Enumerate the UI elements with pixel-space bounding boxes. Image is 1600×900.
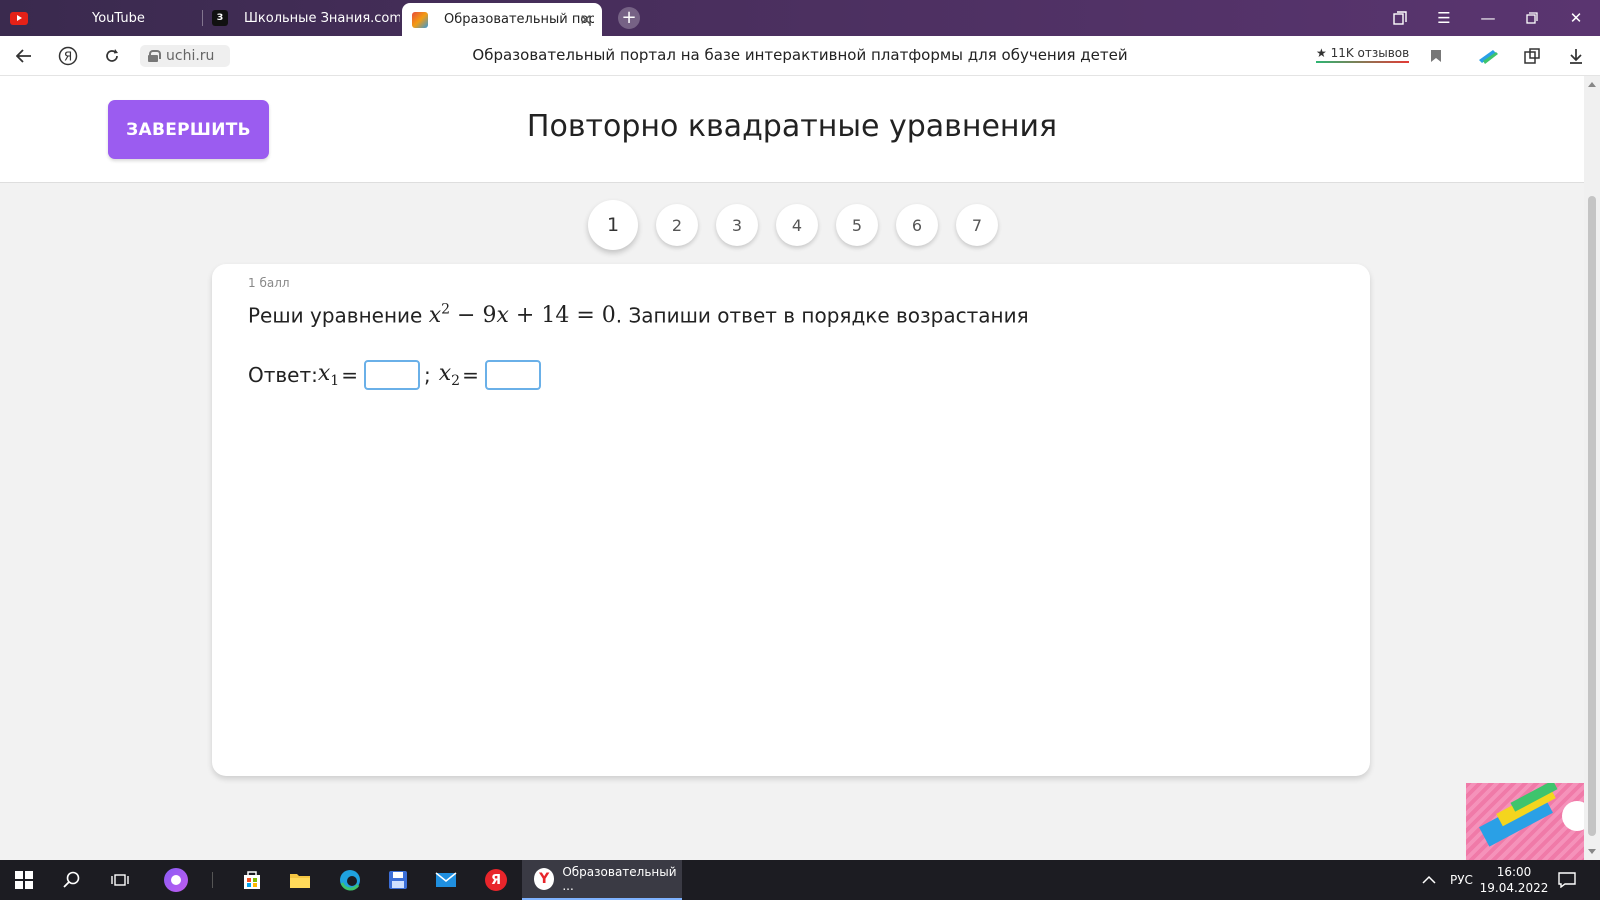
- step-1[interactable]: 1: [588, 200, 638, 250]
- yandex-icon[interactable]: Я: [54, 42, 82, 70]
- browser-tab-bar: YouTube З Школьные Знания.com - F Образо…: [0, 0, 1600, 36]
- address-bar: Я uchi.ru Образовательный портал на базе…: [0, 36, 1600, 76]
- tab-znania[interactable]: З Школьные Знания.com - F: [212, 0, 400, 36]
- file-explorer-icon[interactable]: [276, 860, 324, 900]
- tab-title: Образовательный порта: [444, 12, 594, 27]
- promo-bubble: [1562, 801, 1584, 831]
- lesson-header: ЗАВЕРШИТЬ Повторно квадратные уравнения: [0, 76, 1584, 183]
- svg-text:Я: Я: [64, 50, 72, 64]
- task-question: Реши уравнение x2 − 9x + 14 = 0. Запиши …: [248, 302, 1029, 328]
- x2-var: x: [438, 361, 452, 386]
- yandex-browser-icon[interactable]: Я: [472, 860, 520, 900]
- x1-label: x1: [318, 361, 339, 389]
- task-card: 1 балл Реши уравнение x2 − 9x + 14 = 0. …: [212, 264, 1370, 776]
- taskbar-clock[interactable]: 16:00 19.04.2022: [1476, 864, 1552, 896]
- eq-middle: − 9: [450, 303, 497, 329]
- x2-input[interactable]: [484, 360, 541, 390]
- download-icon[interactable]: [1564, 44, 1588, 68]
- step-4[interactable]: 4: [776, 204, 818, 246]
- windows-taskbar: Я Y Образовательный ... РУС 16:00 19.04.…: [0, 860, 1600, 900]
- yandex-app-icon: Y: [534, 868, 555, 890]
- prompt-before: Реши уравнение: [248, 303, 423, 328]
- answer-separator: ;: [423, 363, 431, 387]
- promo-banner[interactable]: [1466, 783, 1584, 860]
- windows-start-icon[interactable]: [0, 860, 48, 900]
- uchi-icon: [412, 11, 428, 28]
- scroll-thumb[interactable]: [1588, 196, 1596, 836]
- equation: x2 − 9x + 14 = 0: [428, 302, 616, 329]
- eq-tail: + 14 = 0: [508, 303, 616, 329]
- x1-input[interactable]: [363, 360, 420, 390]
- reviews-link[interactable]: ★ 11K отзывов: [1316, 46, 1410, 63]
- finish-button[interactable]: ЗАВЕРШИТЬ: [108, 100, 269, 159]
- url-field[interactable]: uchi.ru: [140, 45, 230, 67]
- back-arrow-icon[interactable]: [10, 42, 38, 70]
- restore-icon[interactable]: [1510, 0, 1554, 36]
- new-tab-button[interactable]: +: [618, 7, 640, 29]
- clock-time: 16:00: [1496, 865, 1532, 879]
- extension-pen-icon[interactable]: [1476, 44, 1500, 68]
- scroll-down-icon[interactable]: [1588, 849, 1596, 854]
- x2-label: x2: [439, 361, 460, 389]
- x2-subscript: 2: [451, 373, 461, 389]
- x2-equals: =: [462, 363, 479, 387]
- page-title-display: Образовательный портал на базе интеракти…: [472, 46, 1128, 64]
- x1-subscript: 1: [330, 373, 340, 389]
- tab-youtube[interactable]: YouTube: [10, 0, 200, 36]
- eq-exponent: 2: [441, 302, 451, 318]
- active-app-title: Образовательный ...: [562, 865, 677, 893]
- x1-equals: =: [341, 363, 358, 387]
- close-tab-icon[interactable]: ✕: [579, 11, 592, 29]
- store-icon[interactable]: [228, 860, 276, 900]
- alice-icon[interactable]: [152, 860, 200, 900]
- input-language[interactable]: РУС: [1450, 860, 1473, 900]
- step-2[interactable]: 2: [656, 204, 698, 246]
- mail-icon[interactable]: [422, 860, 470, 900]
- lesson-title: Повторно квадратные уравнения: [526, 109, 1058, 144]
- answer-label: Ответ:: [248, 363, 318, 387]
- bookmark-icon[interactable]: [1424, 44, 1448, 68]
- tab-title: YouTube: [92, 10, 145, 26]
- eq-var-2: x: [496, 303, 509, 329]
- taskbar-active-app[interactable]: Y Образовательный ...: [522, 860, 682, 900]
- notifications-icon[interactable]: [1558, 860, 1576, 900]
- prompt-after: . Запиши ответ в порядке возрастания: [615, 303, 1029, 328]
- scroll-up-icon[interactable]: [1588, 82, 1596, 87]
- taskbar-separator: [212, 872, 213, 888]
- step-7[interactable]: 7: [956, 204, 998, 246]
- search-icon[interactable]: [48, 860, 96, 900]
- collections-icon[interactable]: [1378, 0, 1422, 36]
- step-6[interactable]: 6: [896, 204, 938, 246]
- youtube-icon: [10, 11, 28, 25]
- znania-icon: З: [212, 10, 228, 26]
- close-window-icon[interactable]: ✕: [1554, 0, 1598, 36]
- step-5[interactable]: 5: [836, 204, 878, 246]
- save-app-icon[interactable]: [374, 860, 422, 900]
- task-points: 1 балл: [248, 276, 290, 290]
- tab-separator: [202, 10, 203, 26]
- task-steps: 1 2 3 4 5 6 7: [588, 200, 998, 250]
- page-scrollbar[interactable]: [1584, 76, 1600, 860]
- x1-var: x: [317, 361, 331, 386]
- reload-icon[interactable]: [98, 42, 126, 70]
- answer-row: Ответ: x1 = ; x2 =: [248, 360, 545, 390]
- minimize-icon[interactable]: —: [1466, 0, 1510, 36]
- edge-icon[interactable]: [326, 860, 374, 900]
- menu-icon[interactable]: ☰: [1422, 0, 1466, 36]
- extensions-icon[interactable]: [1520, 44, 1544, 68]
- tab-title: Школьные Знания.com - F: [244, 10, 400, 26]
- lock-icon: [148, 50, 161, 62]
- step-3[interactable]: 3: [716, 204, 758, 246]
- clock-date: 19.04.2022: [1479, 881, 1549, 895]
- task-view-icon[interactable]: [96, 860, 144, 900]
- url-text: uchi.ru: [166, 48, 215, 64]
- eq-var: x: [428, 303, 442, 329]
- tab-uchi-active[interactable]: Образовательный порта ✕: [402, 3, 602, 36]
- tray-expand-icon[interactable]: [1422, 860, 1436, 900]
